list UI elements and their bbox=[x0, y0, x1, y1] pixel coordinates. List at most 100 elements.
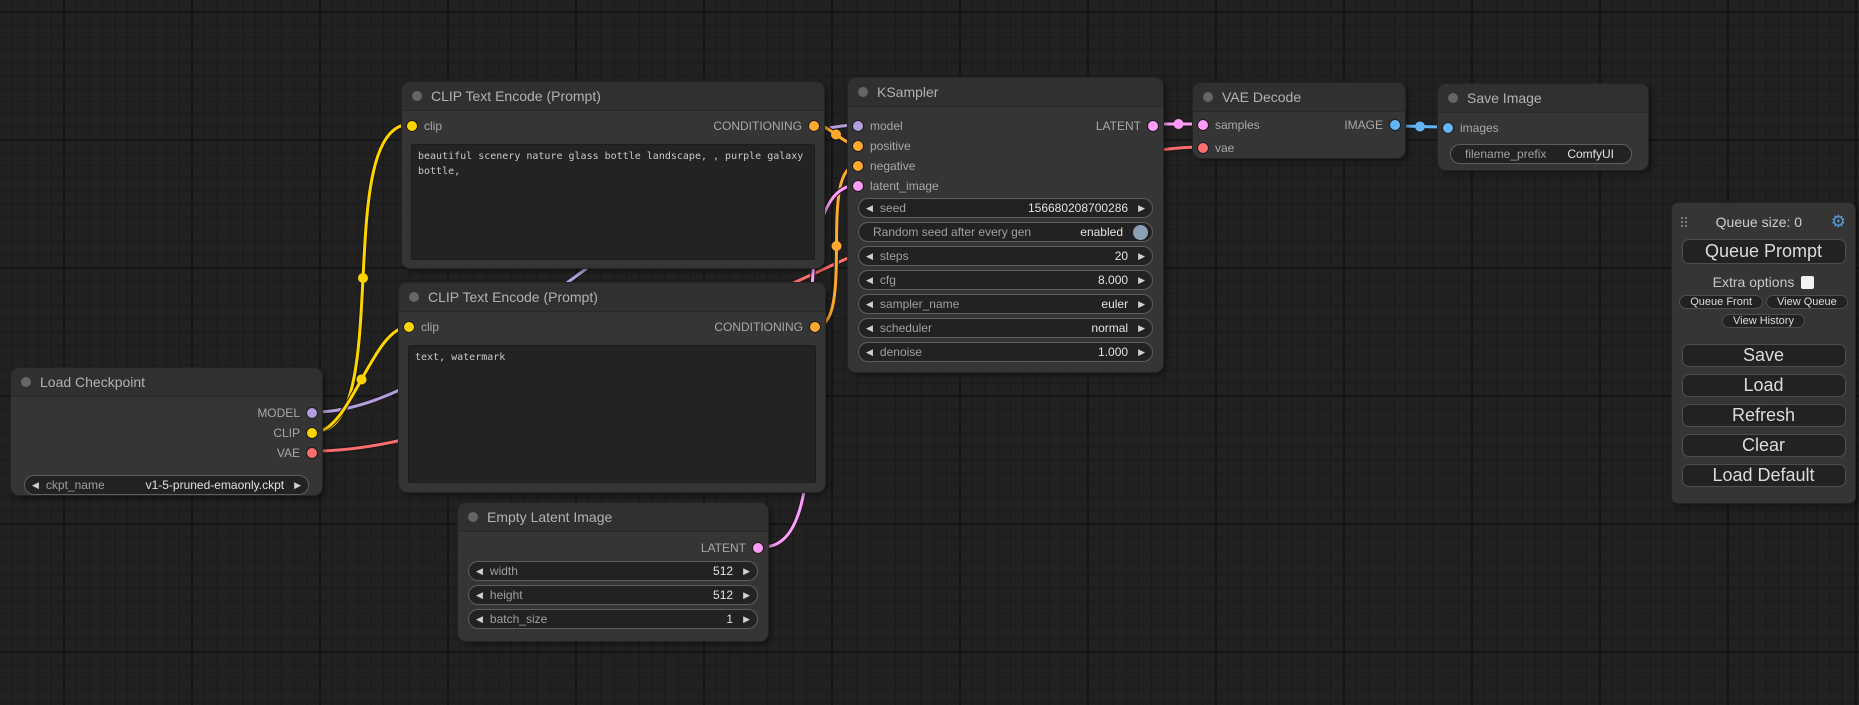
collapse-dot-icon[interactable] bbox=[1203, 92, 1213, 102]
collapse-dot-icon[interactable] bbox=[468, 512, 478, 522]
node-title: Save Image bbox=[1467, 90, 1542, 106]
increment-arrow-icon[interactable]: ▶ bbox=[1138, 204, 1145, 213]
clip-slot-dot[interactable] bbox=[307, 428, 317, 438]
decrement-arrow-icon[interactable]: ◀ bbox=[476, 567, 483, 576]
decrement-arrow-icon[interactable]: ◀ bbox=[866, 204, 873, 213]
node-save-image[interactable]: Save Image images filename_prefix ComfyU… bbox=[1438, 84, 1648, 170]
decrement-arrow-icon[interactable]: ◀ bbox=[866, 252, 873, 261]
increment-arrow-icon[interactable]: ▶ bbox=[1138, 276, 1145, 285]
input-slot-negative[interactable]: negative bbox=[853, 156, 915, 176]
collapse-dot-icon[interactable] bbox=[412, 91, 422, 101]
random-seed-toggle-widget[interactable]: Random seed after every gen enabled bbox=[858, 222, 1153, 242]
increment-arrow-icon[interactable]: ▶ bbox=[743, 615, 750, 624]
collapse-dot-icon[interactable] bbox=[1448, 93, 1458, 103]
decrement-arrow-icon[interactable]: ◀ bbox=[866, 324, 873, 333]
refresh-button[interactable]: Refresh bbox=[1682, 404, 1846, 427]
input-slot-images[interactable]: images bbox=[1443, 118, 1499, 138]
vae-slot-dot[interactable] bbox=[1198, 143, 1208, 153]
latent-slot-dot[interactable] bbox=[1198, 120, 1208, 130]
clip-slot-dot[interactable] bbox=[404, 322, 414, 332]
decrement-arrow-icon[interactable]: ◀ bbox=[866, 276, 873, 285]
decrement-arrow-icon[interactable]: ◀ bbox=[866, 300, 873, 309]
output-slot-clip[interactable]: CLIP bbox=[273, 423, 317, 443]
node-vae-decode[interactable]: VAE Decode samples IMAGE vae bbox=[1193, 83, 1405, 158]
node-ksampler[interactable]: KSampler model LATENT positive negative … bbox=[848, 78, 1163, 372]
model-slot-dot[interactable] bbox=[853, 121, 863, 131]
increment-arrow-icon[interactable]: ▶ bbox=[1138, 324, 1145, 333]
node-title: KSampler bbox=[877, 84, 938, 100]
conditioning-slot-dot[interactable] bbox=[853, 161, 863, 171]
latent-slot-dot[interactable] bbox=[1148, 121, 1158, 131]
view-history-button[interactable]: View History bbox=[1722, 314, 1805, 328]
view-queue-button[interactable]: View Queue bbox=[1766, 295, 1848, 309]
input-slot-latent-image[interactable]: latent_image bbox=[853, 176, 939, 196]
latent-slot-dot[interactable] bbox=[853, 181, 863, 191]
input-slot-samples[interactable]: samples bbox=[1198, 115, 1260, 135]
decrement-arrow-icon[interactable]: ◀ bbox=[476, 591, 483, 600]
input-slot-positive[interactable]: positive bbox=[853, 136, 911, 156]
queue-prompt-button[interactable]: Queue Prompt bbox=[1682, 239, 1846, 264]
node-title: VAE Decode bbox=[1222, 89, 1301, 105]
width-widget[interactable]: ◀ width 512 ▶ bbox=[468, 561, 758, 581]
collapse-dot-icon[interactable] bbox=[409, 292, 419, 302]
seed-widget[interactable]: ◀ seed 156680208700286 ▶ bbox=[858, 198, 1153, 218]
decrement-arrow-icon[interactable]: ◀ bbox=[476, 615, 483, 624]
output-slot-conditioning[interactable]: CONDITIONING bbox=[714, 317, 820, 337]
image-slot-dot[interactable] bbox=[1443, 123, 1453, 133]
node-empty-latent-image[interactable]: Empty Latent Image LATENT ◀ width 512 ▶ … bbox=[458, 503, 768, 641]
output-slot-vae[interactable]: VAE bbox=[277, 443, 317, 463]
conditioning-slot-dot[interactable] bbox=[809, 121, 819, 131]
decrement-arrow-icon[interactable]: ◀ bbox=[32, 481, 39, 490]
output-slot-conditioning[interactable]: CONDITIONING bbox=[713, 116, 819, 136]
increment-arrow-icon[interactable]: ▶ bbox=[743, 591, 750, 600]
input-slot-clip[interactable]: clip bbox=[404, 317, 439, 337]
load-default-button[interactable]: Load Default bbox=[1682, 464, 1846, 487]
save-button[interactable]: Save bbox=[1682, 344, 1846, 367]
increment-arrow-icon[interactable]: ▶ bbox=[1138, 252, 1145, 261]
conditioning-slot-dot[interactable] bbox=[853, 141, 863, 151]
model-slot-dot[interactable] bbox=[307, 408, 317, 418]
node-clip-text-encode-negative[interactable]: CLIP Text Encode (Prompt) clip CONDITION… bbox=[399, 283, 825, 492]
filename-prefix-widget[interactable]: filename_prefix ComfyUI bbox=[1450, 144, 1632, 164]
negative-prompt-textarea[interactable]: text, watermark bbox=[408, 345, 816, 483]
decrement-arrow-icon[interactable]: ◀ bbox=[866, 348, 873, 357]
input-slot-model[interactable]: model bbox=[853, 116, 903, 136]
scheduler-widget[interactable]: ◀ scheduler normal ▶ bbox=[858, 318, 1153, 338]
latent-slot-dot[interactable] bbox=[753, 543, 763, 553]
toggle-knob-icon[interactable] bbox=[1133, 225, 1148, 240]
increment-arrow-icon[interactable]: ▶ bbox=[1138, 300, 1145, 309]
sampler-name-widget[interactable]: ◀ sampler_name euler ▶ bbox=[858, 294, 1153, 314]
output-slot-latent[interactable]: LATENT bbox=[1096, 116, 1158, 136]
conditioning-slot-dot[interactable] bbox=[810, 322, 820, 332]
node-clip-text-encode-positive[interactable]: CLIP Text Encode (Prompt) clip CONDITION… bbox=[402, 82, 824, 268]
increment-arrow-icon[interactable]: ▶ bbox=[294, 481, 301, 490]
ckpt-name-widget[interactable]: ◀ ckpt_name v1-5-pruned-emaonly.ckpt ▶ bbox=[24, 475, 309, 495]
node-load-checkpoint[interactable]: Load Checkpoint MODEL CLIP VAE ◀ ckpt_na… bbox=[11, 368, 322, 495]
collapse-dot-icon[interactable] bbox=[21, 377, 31, 387]
output-slot-model[interactable]: MODEL bbox=[257, 403, 317, 423]
output-slot-latent[interactable]: LATENT bbox=[701, 538, 763, 558]
settings-gear-icon[interactable]: ⚙ bbox=[1831, 213, 1846, 230]
node-title-bar: KSampler bbox=[848, 78, 1163, 107]
increment-arrow-icon[interactable]: ▶ bbox=[743, 567, 750, 576]
load-button[interactable]: Load bbox=[1682, 374, 1846, 397]
positive-prompt-textarea[interactable]: beautiful scenery nature glass bottle la… bbox=[411, 144, 815, 260]
queue-menu-panel: Queue size: 0 ⚙ Queue Prompt Extra optio… bbox=[1672, 203, 1855, 503]
cfg-widget[interactable]: ◀ cfg 8.000 ▶ bbox=[858, 270, 1153, 290]
node-graph-canvas[interactable]: Load Checkpoint MODEL CLIP VAE ◀ ckpt_na… bbox=[0, 0, 1859, 705]
denoise-widget[interactable]: ◀ denoise 1.000 ▶ bbox=[858, 342, 1153, 362]
output-slot-image[interactable]: IMAGE bbox=[1344, 115, 1400, 135]
input-slot-clip[interactable]: clip bbox=[407, 116, 442, 136]
vae-slot-dot[interactable] bbox=[307, 448, 317, 458]
queue-front-button[interactable]: Queue Front bbox=[1679, 295, 1763, 309]
clear-button[interactable]: Clear bbox=[1682, 434, 1846, 457]
input-slot-vae[interactable]: vae bbox=[1198, 138, 1234, 158]
clip-slot-dot[interactable] bbox=[407, 121, 417, 131]
collapse-dot-icon[interactable] bbox=[858, 87, 868, 97]
increment-arrow-icon[interactable]: ▶ bbox=[1138, 348, 1145, 357]
image-slot-dot[interactable] bbox=[1390, 120, 1400, 130]
height-widget[interactable]: ◀ height 512 ▶ bbox=[468, 585, 758, 605]
steps-widget[interactable]: ◀ steps 20 ▶ bbox=[858, 246, 1153, 266]
extra-options-checkbox[interactable] bbox=[1801, 276, 1814, 289]
batch-size-widget[interactable]: ◀ batch_size 1 ▶ bbox=[468, 609, 758, 629]
